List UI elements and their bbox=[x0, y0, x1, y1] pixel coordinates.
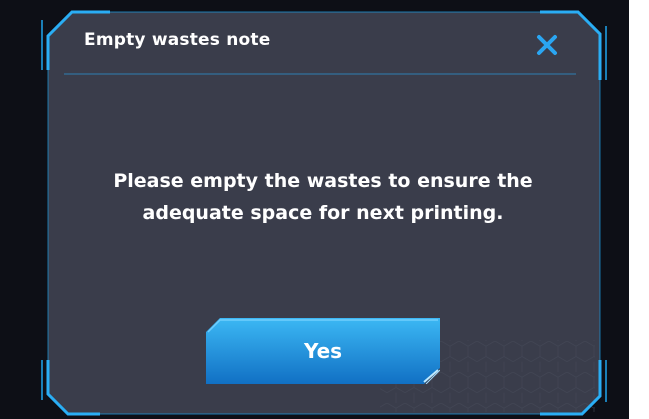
close-icon bbox=[537, 35, 557, 55]
yes-button[interactable] bbox=[206, 318, 440, 384]
dialog-title: Empty wastes note bbox=[84, 30, 271, 50]
dialog-message: Please empty the wastes to ensure the ad… bbox=[60, 165, 586, 229]
message-line-1: Please empty the wastes to ensure the bbox=[113, 170, 533, 192]
screen: Empty wastes note Please empty the waste… bbox=[0, 0, 649, 419]
message-line-2: adequate space for next printing. bbox=[142, 202, 504, 224]
close-button[interactable] bbox=[532, 30, 562, 60]
